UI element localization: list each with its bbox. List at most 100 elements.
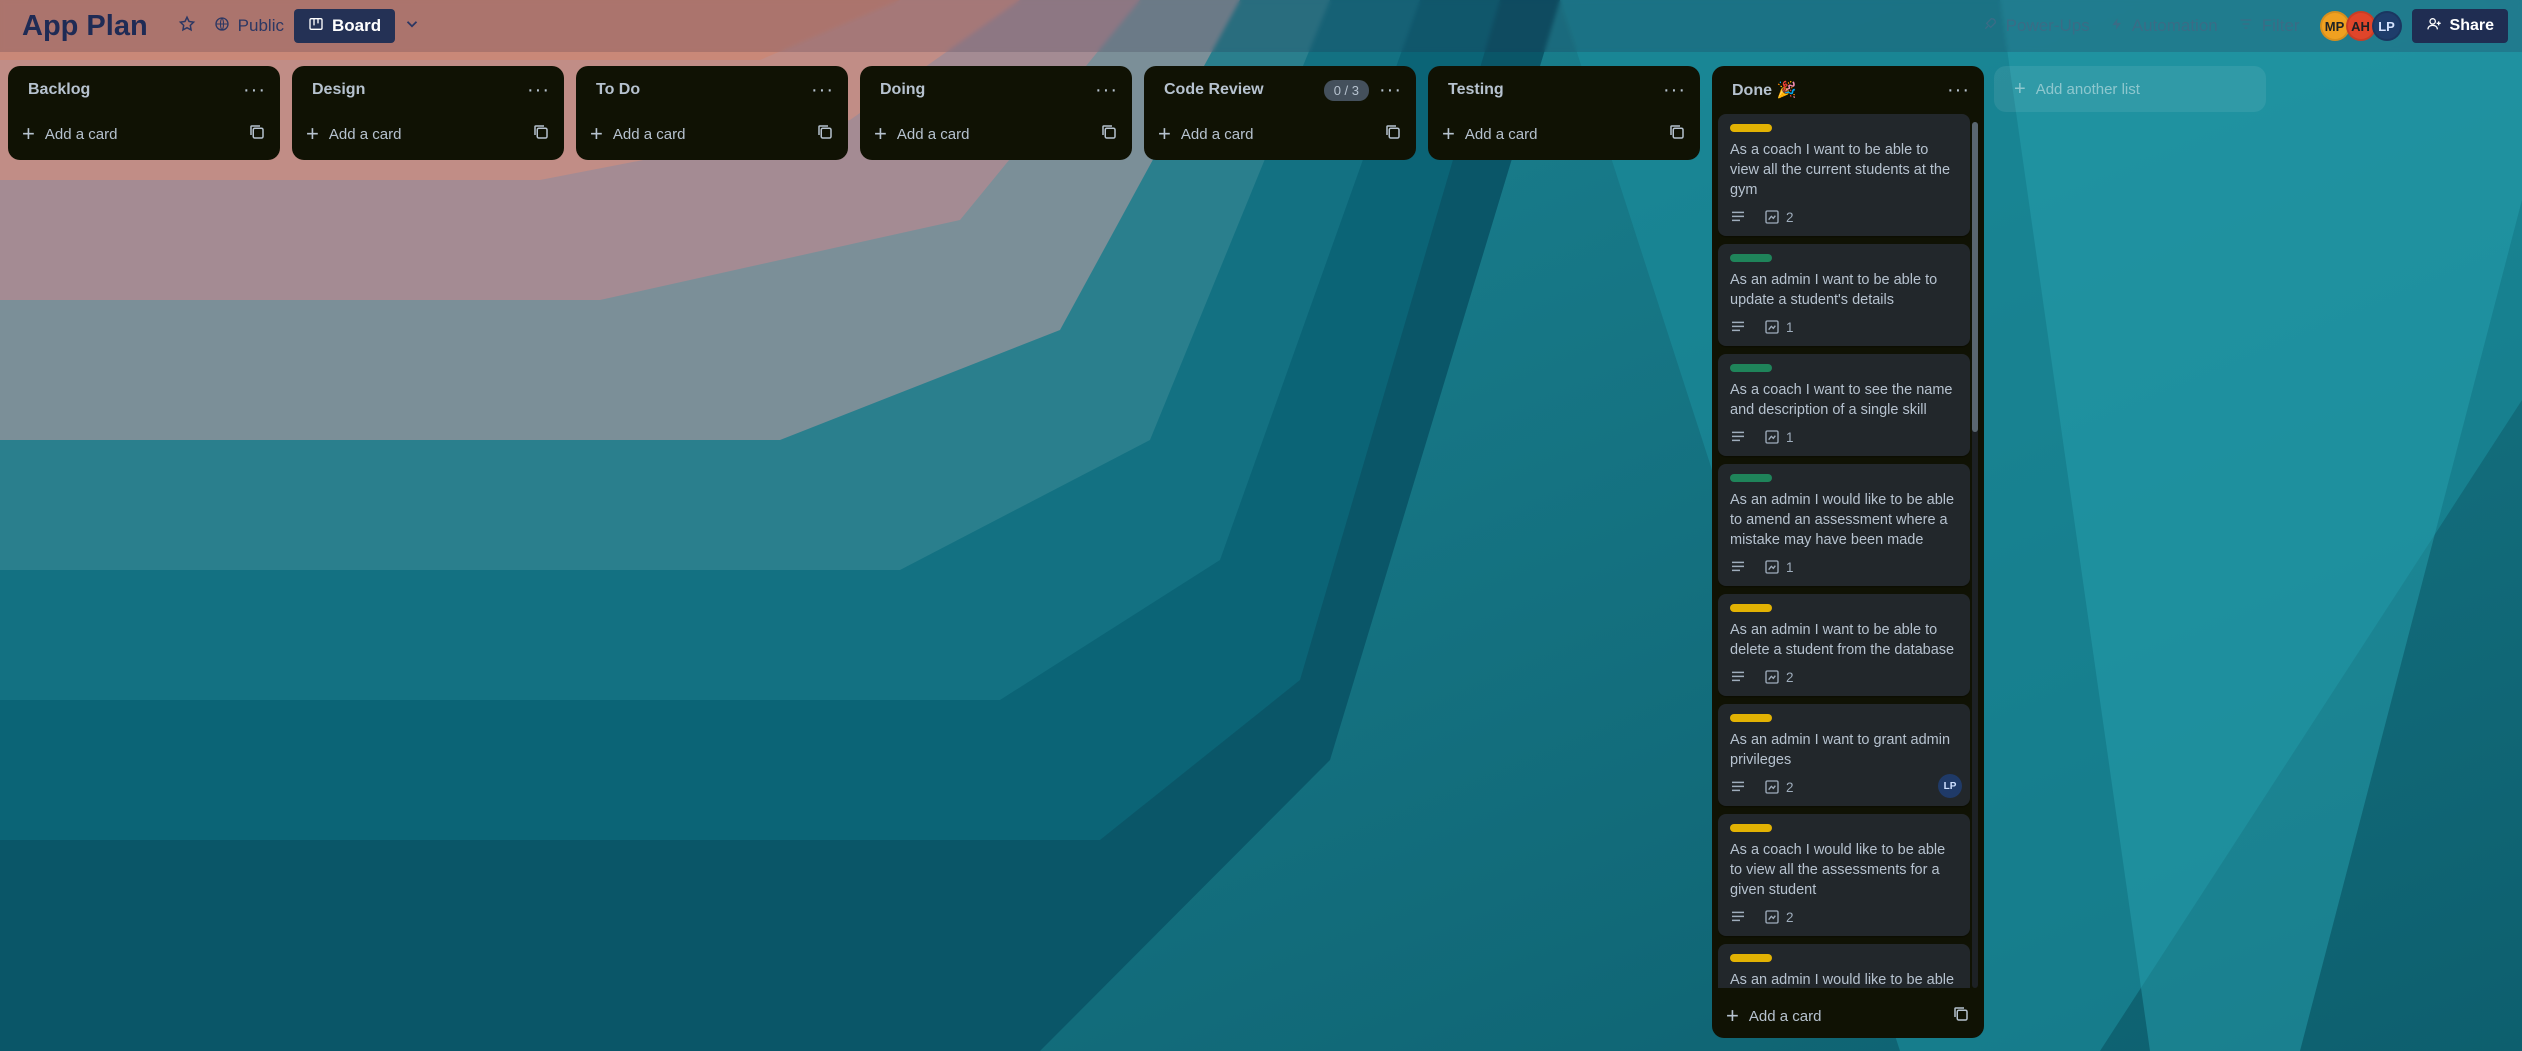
views-dropdown-button[interactable] [395, 9, 429, 43]
list-menu-icon[interactable]: ··· [527, 80, 550, 100]
list-title[interactable]: Backlog [28, 81, 243, 99]
list-title[interactable]: Done 🎉 [1732, 80, 1947, 100]
card-title: As an admin I would like to be able to a… [1730, 492, 1955, 548]
card-label[interactable] [1730, 124, 1772, 132]
list-testing: Testing ··· + Add a card [1428, 66, 1700, 160]
card[interactable]: As an admin I would like to be able to d… [1718, 944, 1970, 988]
create-from-template-icon[interactable] [1952, 1005, 1970, 1028]
list-menu-icon[interactable]: ··· [1947, 80, 1970, 100]
visibility-button[interactable]: Public [204, 9, 294, 43]
add-card-button[interactable]: + Add a card [8, 114, 280, 154]
list-header: Testing ··· [1428, 66, 1700, 114]
attachment-count: 1 [1786, 319, 1794, 335]
card[interactable]: As a coach I want to see the name and de… [1718, 354, 1970, 456]
card-label[interactable] [1730, 364, 1772, 372]
list-menu-icon[interactable]: ··· [811, 80, 834, 100]
card-badges: 2 [1730, 906, 1958, 928]
list-title[interactable]: Design [312, 81, 527, 99]
list-title[interactable]: Testing [1448, 81, 1663, 99]
board-members: MP AH LP [2319, 11, 2402, 41]
card[interactable]: As an admin I would like to be able to a… [1718, 464, 1970, 586]
list-menu-icon[interactable]: ··· [1663, 80, 1686, 100]
globe-icon [214, 16, 230, 37]
rocket-icon [1982, 16, 1998, 37]
automation-button[interactable]: Automation [2100, 9, 2228, 43]
add-card-button[interactable]: + Add a card [860, 114, 1132, 154]
add-card-label: Add a card [612, 125, 686, 143]
board-header: App Plan Public Board Power-Ups Automati… [0, 0, 2522, 52]
description-icon [1730, 430, 1746, 444]
filter-button[interactable]: Filter [2228, 9, 2310, 43]
list-done: Done 🎉 ··· As a coach I want to be able … [1712, 66, 1984, 1038]
card-label[interactable] [1730, 714, 1772, 722]
attachment-count: 2 [1786, 909, 1794, 925]
filter-icon [2238, 16, 2254, 37]
card-label[interactable] [1730, 604, 1772, 612]
add-list-label: Add another list [2035, 80, 2140, 98]
avatar[interactable]: LP [2371, 11, 2402, 41]
description-icon [1730, 780, 1746, 794]
add-card-button[interactable]: + Add a card [1144, 114, 1416, 154]
card[interactable]: As an admin I want to be able to delete … [1718, 594, 1970, 696]
list-doing: Doing ··· + Add a card [860, 66, 1132, 160]
attachment-count: 1 [1786, 429, 1794, 445]
attachment-badge: 2 [1764, 669, 1794, 685]
plus-icon: + [1442, 121, 1455, 146]
card-label[interactable] [1730, 254, 1772, 262]
list-menu-icon[interactable]: ··· [1095, 80, 1118, 100]
list-title[interactable]: To Do [596, 81, 811, 99]
card-title: As an admin I want to be able to update … [1730, 272, 1938, 308]
card[interactable]: As an admin I want to be able to update … [1718, 244, 1970, 346]
card[interactable]: As a coach I would like to be able to vi… [1718, 814, 1970, 936]
scrollbar-thumb[interactable] [1972, 122, 1978, 432]
card-label[interactable] [1730, 954, 1772, 962]
share-button[interactable]: Share [2411, 9, 2508, 43]
list-design: Design ··· + Add a card [292, 66, 564, 160]
lightning-icon [2110, 16, 2124, 37]
card-label[interactable] [1730, 474, 1772, 482]
powerups-button[interactable]: Power-Ups [1972, 9, 2100, 43]
list-to-do: To Do ··· + Add a card [576, 66, 848, 160]
card-badges: 1 [1730, 426, 1958, 448]
plus-icon: + [1158, 121, 1171, 146]
add-card-button[interactable]: + Add a card [1428, 114, 1700, 154]
add-card-button[interactable]: + Add a card [292, 114, 564, 154]
list-menu-icon[interactable]: ··· [1379, 80, 1402, 100]
board-view-button[interactable]: Board [293, 9, 396, 43]
card-member-avatar[interactable]: LP [1938, 774, 1962, 798]
list-title[interactable]: Doing [880, 81, 1095, 99]
description-icon [1730, 910, 1746, 924]
list-scrollbar[interactable] [1972, 122, 1978, 988]
create-from-template-icon[interactable] [1668, 123, 1686, 146]
star-button[interactable] [170, 9, 204, 43]
filter-label: Filter [2261, 16, 2300, 35]
create-from-template-icon[interactable] [1100, 123, 1118, 146]
list-header: Done 🎉 ··· [1712, 66, 1984, 114]
star-icon [178, 15, 196, 38]
card-label[interactable] [1730, 824, 1772, 832]
add-list-button[interactable]: + Add another list [1994, 66, 2266, 112]
add-card-label: Add a card [1748, 1007, 1822, 1025]
add-card-button[interactable]: + Add a card [576, 114, 848, 154]
share-label: Share [2449, 17, 2494, 34]
create-from-template-icon[interactable] [816, 123, 834, 146]
list-header: Backlog ··· [8, 66, 280, 114]
list-backlog: Backlog ··· + Add a card [8, 66, 280, 160]
list-menu-icon[interactable]: ··· [243, 80, 266, 100]
list-title[interactable]: Code Review [1164, 81, 1324, 99]
card[interactable]: As a coach I want to be able to view all… [1718, 114, 1970, 236]
create-from-template-icon[interactable] [248, 123, 266, 146]
board-title[interactable]: App Plan [22, 10, 148, 43]
wip-limit-badge: 0 / 3 [1323, 79, 1370, 101]
plus-icon: + [2014, 77, 2026, 100]
powerups-label: Power-Ups [2005, 16, 2090, 35]
card[interactable]: As an admin I want to grant admin privil… [1718, 704, 1970, 806]
card-title: As a coach I would like to be able to vi… [1730, 842, 1946, 898]
create-from-template-icon[interactable] [532, 123, 550, 146]
add-card-button[interactable]: + Add a card [1712, 996, 1984, 1036]
create-from-template-icon[interactable] [1384, 123, 1402, 146]
attachment-count: 2 [1786, 209, 1794, 225]
add-card-label: Add a card [328, 125, 402, 143]
card-badges: 2 [1730, 776, 1958, 798]
list-code-review: Code Review 0 / 3 ··· + Add a card [1144, 66, 1416, 160]
